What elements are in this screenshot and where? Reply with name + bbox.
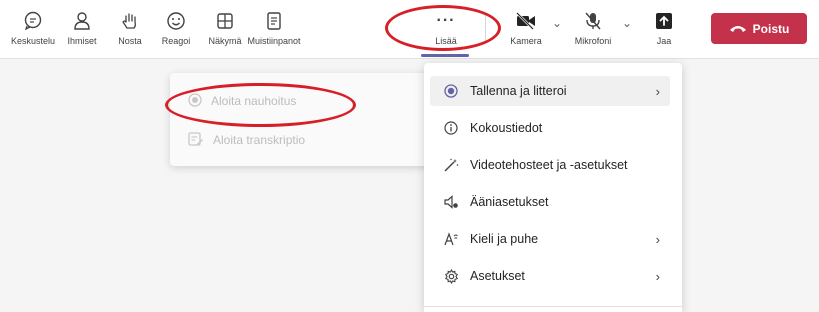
microphone-label: Mikrofoni [574,36,612,46]
notes-button[interactable]: Muistiinpanot [247,8,301,54]
more-icon: ··· [436,12,456,29]
mic-options-chevron-icon[interactable]: ⌄ [622,16,632,30]
camera-options-chevron-icon[interactable]: ⌄ [552,16,562,30]
react-button[interactable]: Reagoi [154,8,198,54]
notes-label: Muistiinpanot [247,36,301,46]
menu-item-label: Kieli ja puhe [470,232,539,246]
share-button[interactable]: Jaa [648,8,680,54]
menu-item-language-and-speech[interactable]: Kieli ja puhe › [430,224,670,254]
start-recording-item[interactable]: Aloita nauhoitus [188,91,296,111]
raise-hand-button[interactable]: Nosta [110,8,150,54]
chat-button[interactable]: Keskustelu [8,8,58,54]
leave-button[interactable]: Poistu [711,13,807,44]
more-active-indicator [421,54,469,57]
start-transcription-label: Aloita transkriptio [213,133,306,147]
menu-item-label: Kokoustiedot [470,121,543,135]
menu-item-audio-settings[interactable]: Ääniasetukset [430,187,670,217]
menu-item-settings[interactable]: Asetukset › [430,261,670,291]
people-icon [72,8,92,34]
speaker-settings-icon [440,195,462,209]
record-submenu: Aloita nauhoitus Aloita transkriptio [170,73,432,166]
grid-view-icon [215,8,235,34]
magic-wand-icon [440,158,462,172]
menu-item-record-and-transcribe[interactable]: Tallenna ja litteroi › [430,76,670,106]
raise-hand-icon [120,8,140,34]
meeting-toolbar: Keskustelu Ihmiset Nosta Reagoi Näkymä M… [0,0,819,59]
info-icon [440,121,462,135]
microphone-button[interactable]: Mikrofoni [568,8,618,54]
emoji-icon [166,8,186,34]
chat-label: Keskustelu [10,36,56,46]
react-label: Reagoi [161,36,191,46]
camera-button[interactable]: Kamera [503,8,549,54]
more-label: Lisää [435,36,457,46]
camera-off-icon [515,8,537,34]
menu-item-label: Ääniasetukset [470,195,549,209]
chevron-right-icon: › [655,83,660,99]
leave-label: Poistu [752,21,790,36]
view-label: Näkymä [208,36,242,46]
start-recording-label: Aloita nauhoitus [211,94,297,108]
chevron-right-icon: › [655,268,660,284]
camera-label: Kamera [510,36,542,46]
record-icon [188,92,202,110]
menu-item-label: Asetukset [470,269,525,283]
more-button[interactable]: ··· Lisää [420,8,472,54]
view-button[interactable]: Näkymä [204,8,246,54]
people-label: Ihmiset [67,36,97,46]
toolbar-divider [485,14,486,44]
hang-up-icon [729,22,747,36]
language-icon [440,231,462,247]
share-screen-icon [655,8,673,34]
menu-item-meeting-info[interactable]: Kokoustiedot [430,113,670,143]
mic-off-icon [583,8,603,34]
menu-item-label: Videotehosteet ja -asetukset [470,158,628,172]
gear-icon [440,268,462,284]
more-menu: Tallenna ja litteroi › Kokoustiedot Vide… [424,63,682,312]
notes-icon [264,8,284,34]
record-dot-icon [440,84,462,98]
menu-item-video-effects[interactable]: Videotehosteet ja -asetukset [430,150,670,180]
menu-item-label: Tallenna ja litteroi [470,84,567,98]
transcript-icon [188,131,204,149]
raise-hand-label: Nosta [118,36,142,46]
start-transcription-item[interactable]: Aloita transkriptio [188,130,305,150]
people-button[interactable]: Ihmiset [62,8,102,54]
share-label: Jaa [656,36,672,46]
menu-divider [424,306,682,307]
chevron-right-icon: › [655,231,660,247]
chat-icon [23,8,43,34]
